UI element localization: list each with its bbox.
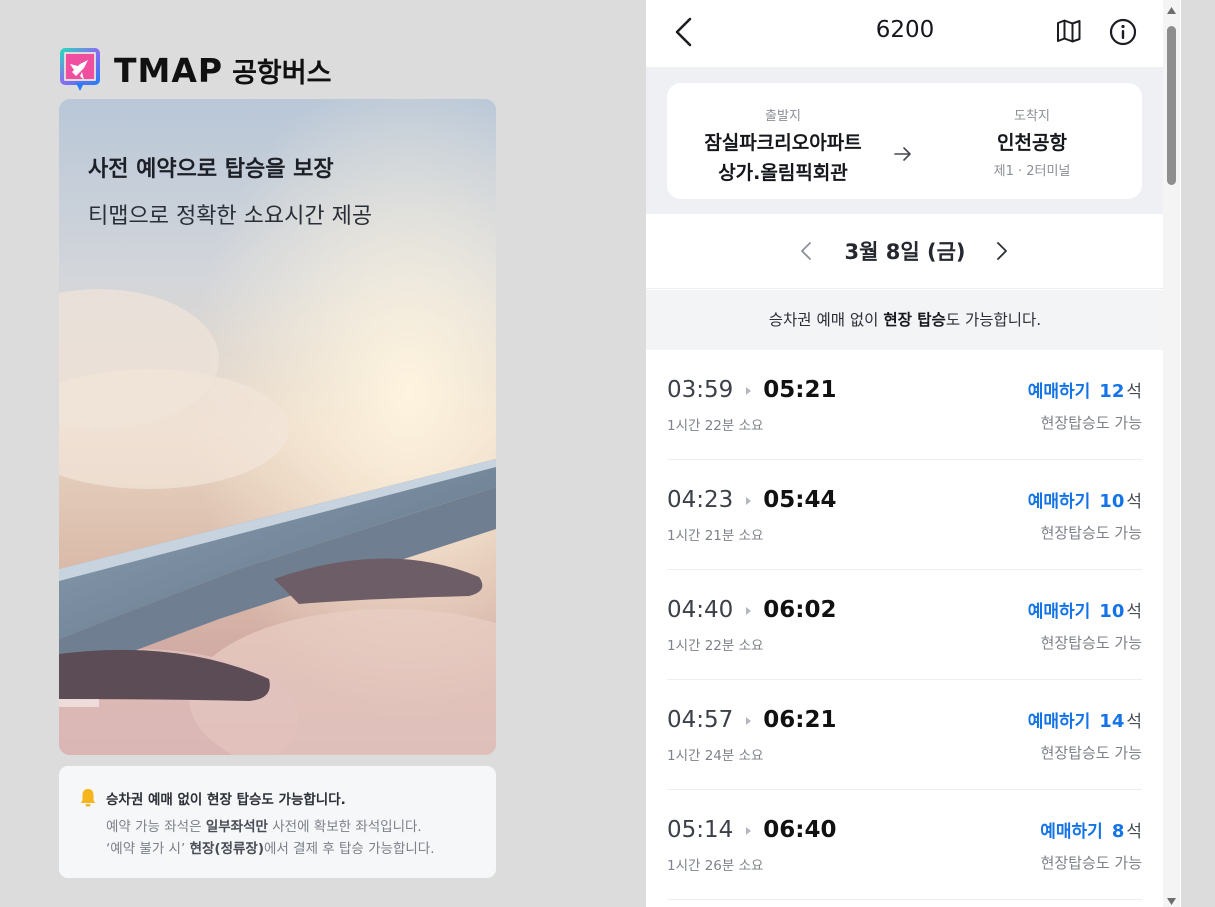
route-detail-panel: 6200 출발지 잠실파크리오아파트 상가.올림픽회관 도착지 인천공항 제1 … [646, 0, 1181, 907]
arrival-time: 06:40 [763, 817, 837, 843]
walk-in-note: 현장탑승도 가능 [1040, 744, 1142, 762]
departure-time: 04:40 [667, 597, 734, 623]
book-label: 예매하기 [1027, 712, 1091, 732]
book-button[interactable]: 예매하기 12 석 [1028, 377, 1142, 402]
route-number-title: 6200 [875, 17, 935, 43]
scroll-up-icon[interactable] [1166, 6, 1177, 15]
arrival-terminal: 제1 · 2터미널 [993, 164, 1071, 179]
arrival-label: 도착지 [1014, 109, 1050, 124]
walk-in-banner: 승차권 예매 없이 현장 탑승도 가능합니다. [646, 290, 1164, 350]
book-label: 예매하기 [1040, 822, 1103, 842]
arrival-time: 05:44 [763, 487, 837, 513]
departure-label: 출발지 [765, 109, 801, 124]
seat-count: 10 [1099, 601, 1125, 622]
seat-unit: 석 [1126, 382, 1142, 402]
seat-count: 12 [1099, 381, 1125, 402]
book-label: 예매하기 [1027, 382, 1091, 402]
hero-title: 사전 예약으로 탑승을 보장 [88, 157, 334, 182]
hero-banner: 사전 예약으로 탑승을 보장 티맵으로 정확한 소요시간 제공 [59, 99, 496, 755]
map-icon[interactable] [1055, 17, 1083, 45]
chevron-right-icon[interactable] [992, 238, 1012, 264]
trip-duration: 1시간 21분 소요 [667, 528, 764, 544]
notice-title: 승차권 예매 없이 현장 탑승도 가능합니다. [106, 792, 346, 808]
right-arrow-icon [894, 147, 911, 161]
trip-row[interactable]: 05:14 06:40 1시간 26분 소요 예매하기 8 석현장탑승도 가능 [667, 790, 1142, 900]
play-arrow-icon [746, 387, 752, 395]
route-summary-area: 출발지 잠실파크리오아파트 상가.올림픽회관 도착지 인천공항 제1 · 2터미… [646, 67, 1164, 214]
departure-time: 04:23 [667, 487, 734, 513]
seat-count: 10 [1099, 491, 1125, 512]
brand-tmap: TMAP [114, 50, 224, 90]
seat-unit: 석 [1126, 822, 1142, 842]
play-arrow-icon [746, 497, 752, 505]
seat-unit: 석 [1126, 602, 1142, 622]
route-card: 출발지 잠실파크리오아파트 상가.올림픽회관 도착지 인천공항 제1 · 2터미… [667, 83, 1142, 199]
trip-row[interactable]: 03:59 05:21 1시간 22분 소요 예매하기 12 석현장탑승도 가능 [667, 350, 1142, 460]
trip-row[interactable]: 04:23 05:44 1시간 21분 소요 예매하기 10 석현장탑승도 가능 [667, 460, 1142, 570]
notice-line-1: 예약 가능 좌석은 일부좌석만 사전에 확보한 좌석입니다. [106, 819, 422, 835]
tmap-airport-logo-icon [60, 48, 100, 91]
play-arrow-icon [746, 607, 752, 615]
arrival-name: 인천공항 [997, 132, 1067, 154]
seat-count: 8 [1111, 821, 1125, 842]
seat-unit: 석 [1126, 712, 1142, 732]
departure-time: 03:59 [667, 377, 734, 403]
scrollbar-thumb[interactable] [1167, 26, 1176, 185]
book-button[interactable]: 예매하기 8 석 [1040, 817, 1142, 842]
book-label: 예매하기 [1027, 492, 1091, 512]
scroll-down-icon[interactable] [1166, 897, 1177, 906]
arrival-time: 06:02 [763, 597, 837, 623]
play-arrow-icon [746, 827, 752, 835]
selected-date: 3월 8일 (금) [844, 240, 966, 264]
trip-duration: 1시간 22분 소요 [667, 418, 764, 434]
walk-in-note: 현장탑승도 가능 [1040, 414, 1142, 432]
departure-name: 잠실파크리오아파트 상가.올림픽회관 [704, 132, 862, 184]
date-selector: 3월 8일 (금) [646, 214, 1164, 289]
walk-in-note: 현장탑승도 가능 [1040, 524, 1142, 542]
departure-time: 04:57 [667, 707, 734, 733]
arrival-time: 05:21 [763, 377, 837, 403]
top-bar: 6200 [646, 0, 1164, 67]
walk-in-note: 현장탑승도 가능 [1040, 854, 1142, 872]
info-icon[interactable] [1108, 17, 1138, 47]
notice-card: 승차권 예매 없이 현장 탑승도 가능합니다. 예약 가능 좌석은 일부좌석만 … [59, 766, 496, 878]
brand-airport-bus: 공항버스 [232, 57, 332, 89]
arrival-time: 06:21 [763, 707, 837, 733]
book-button[interactable]: 예매하기 10 석 [1028, 597, 1142, 622]
trip-row[interactable]: 04:57 06:21 1시간 24분 소요 예매하기 14 석현장탑승도 가능 [667, 680, 1142, 790]
trip-duration: 1시간 26분 소요 [667, 858, 764, 874]
walk-in-note: 현장탑승도 가능 [1040, 634, 1142, 652]
hero-subtitle: 티맵으로 정확한 소요시간 제공 [88, 204, 373, 229]
trip-list: 03:59 05:21 1시간 22분 소요 예매하기 12 석 현장탑승도 가능 04:23… [667, 350, 1142, 900]
trip-duration: 1시간 24분 소요 [667, 748, 764, 764]
bell-icon [81, 789, 95, 807]
brand: TMAP 공항버스 [60, 48, 331, 92]
trip-duration: 1시간 22분 소요 [667, 638, 764, 654]
book-button[interactable]: 예매하기 14 석 [1028, 707, 1142, 732]
seat-unit: 석 [1126, 492, 1142, 512]
play-arrow-icon [746, 717, 752, 725]
departure-time: 05:14 [667, 817, 734, 843]
seat-count: 14 [1099, 711, 1125, 732]
notice-line-2: ‘예약 불가 시’ 현장(정류장)에서 결제 후 탑승 가능합니다. [106, 841, 435, 857]
book-button[interactable]: 예매하기 10 석 [1028, 487, 1142, 512]
scrollbar[interactable] [1163, 0, 1180, 907]
book-label: 예매하기 [1027, 602, 1091, 622]
trip-row[interactable]: 04:40 06:02 1시간 22분 소요 예매하기 10 석현장탑승도 가능 [667, 570, 1142, 680]
